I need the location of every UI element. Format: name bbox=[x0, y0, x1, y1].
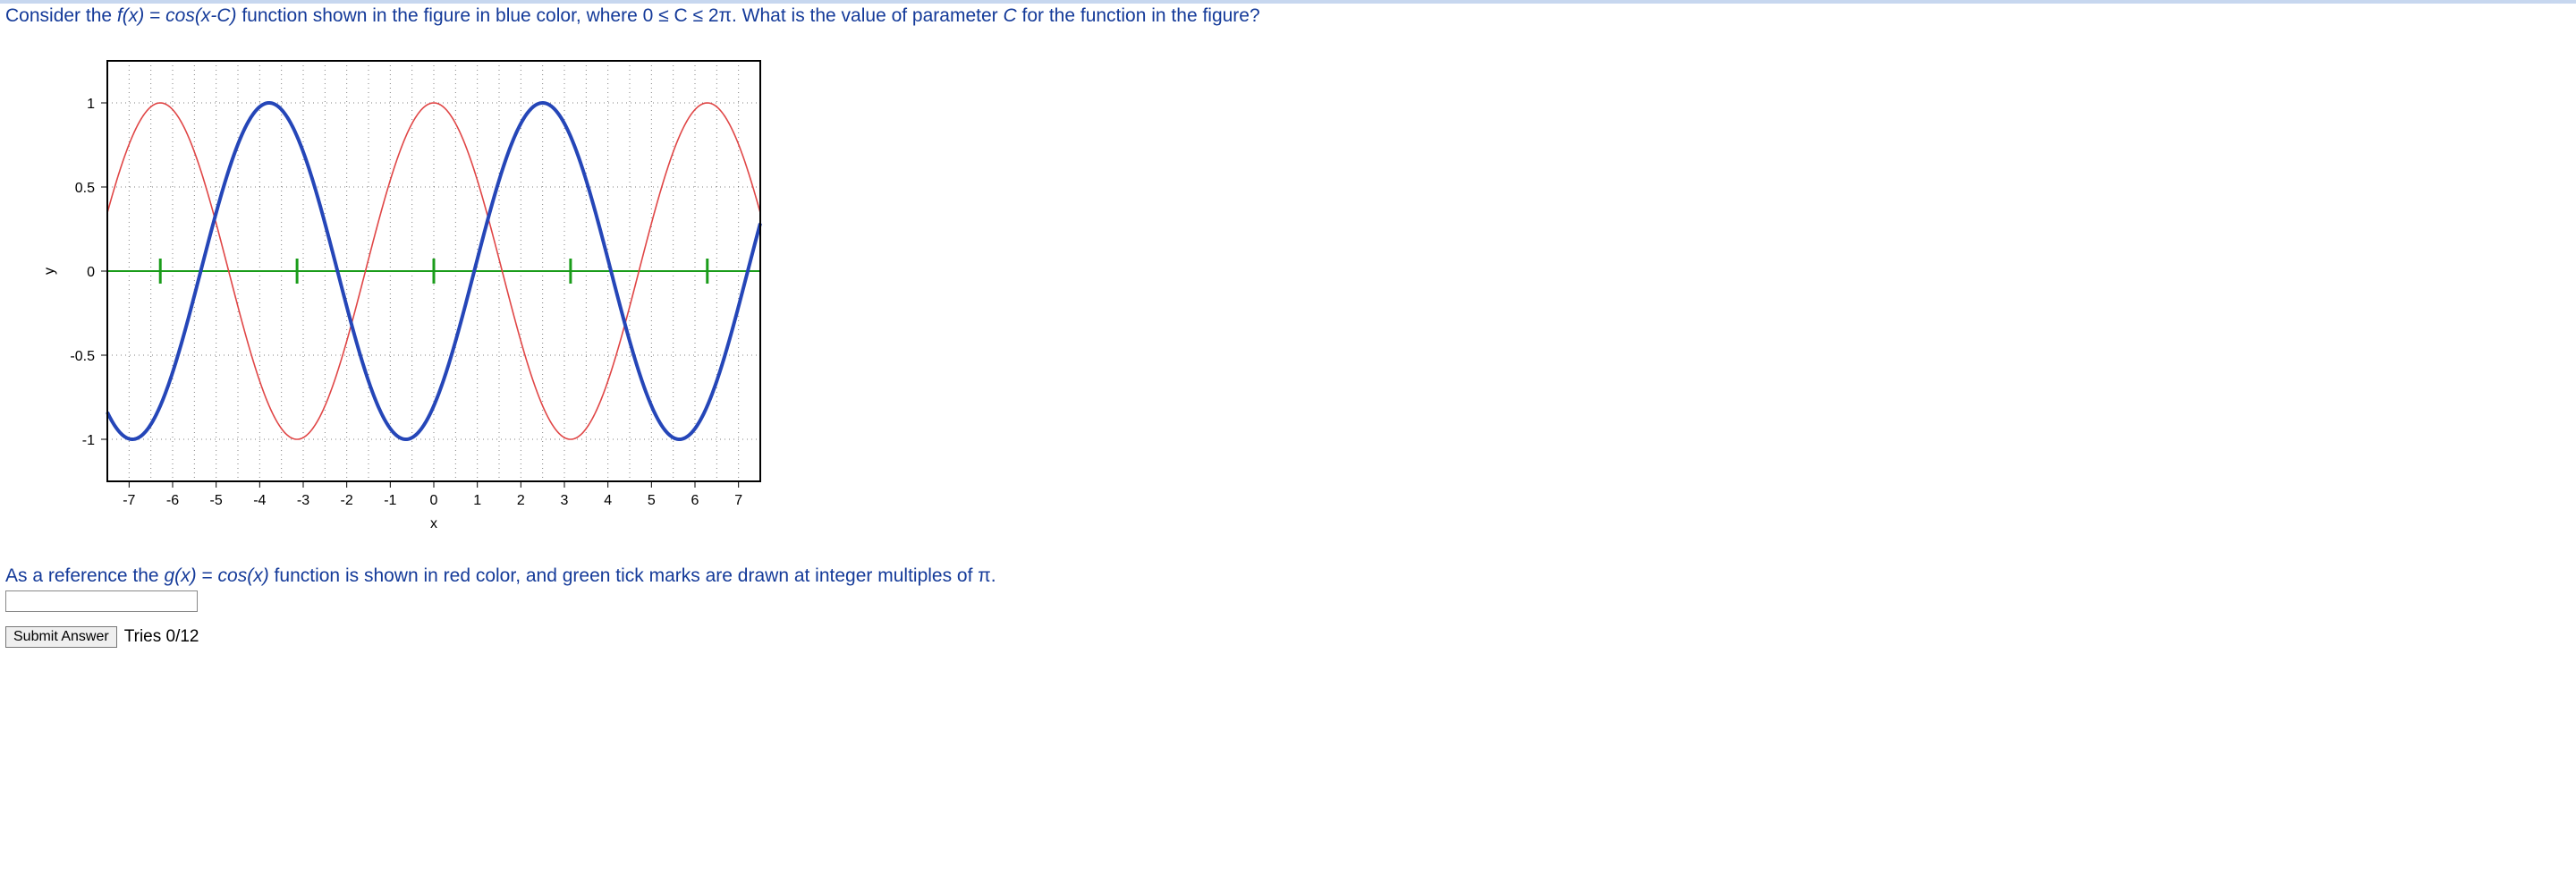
chart-svg: -7 -6 -5 -4 -3 -2 -1 0 1 2 3 4 5 6 7 -1 -0.5 0 0.5 1 x y bbox=[27, 43, 778, 553]
svg-text:1: 1 bbox=[87, 97, 95, 112]
svg-text:x: x bbox=[430, 516, 437, 531]
ref-prefix: As a reference the bbox=[5, 565, 164, 586]
q-middle: function shown in the figure in blue col… bbox=[237, 5, 1004, 26]
svg-text:-3: -3 bbox=[297, 493, 309, 508]
svg-text:7: 7 bbox=[734, 493, 742, 508]
ref-suffix: function is shown in red color, and gree… bbox=[269, 565, 996, 586]
question-text: Consider the f(x) = cos(x-C) function sh… bbox=[0, 4, 2576, 27]
svg-text:-1: -1 bbox=[82, 433, 95, 448]
chart-container: -7 -6 -5 -4 -3 -2 -1 0 1 2 3 4 5 6 7 -1 -0.5 0 0.5 1 x y bbox=[27, 43, 2576, 558]
svg-text:3: 3 bbox=[561, 493, 569, 508]
chart-box: -7 -6 -5 -4 -3 -2 -1 0 1 2 3 4 5 6 7 -1 -0.5 0 0.5 1 x y bbox=[27, 43, 778, 558]
svg-text:6: 6 bbox=[691, 493, 699, 508]
svg-text:1: 1 bbox=[473, 493, 481, 508]
ref-func: cos(x) bbox=[218, 565, 269, 586]
q-func: cos(x-C) bbox=[165, 5, 236, 26]
svg-text:y: y bbox=[42, 268, 57, 275]
page-root: Consider the f(x) = cos(x-C) function sh… bbox=[0, 0, 2576, 875]
answer-input[interactable] bbox=[5, 590, 198, 612]
svg-text:2: 2 bbox=[517, 493, 525, 508]
submit-row: Submit Answer Tries 0/12 bbox=[0, 626, 2576, 648]
reference-text: As a reference the g(x) = cos(x) functio… bbox=[0, 565, 2576, 587]
svg-text:0.5: 0.5 bbox=[75, 181, 95, 196]
q-suffix: for the function in the figure? bbox=[1017, 5, 1260, 26]
svg-text:0: 0 bbox=[87, 265, 95, 280]
svg-text:-4: -4 bbox=[253, 493, 266, 508]
ref-gx: g(x) bbox=[164, 565, 196, 586]
q-param: C bbox=[1003, 5, 1016, 26]
svg-text:-2: -2 bbox=[341, 493, 353, 508]
q-fx: f(x) bbox=[117, 5, 144, 26]
q-eq: = bbox=[144, 5, 165, 26]
svg-text:-6: -6 bbox=[166, 493, 179, 508]
svg-text:-5: -5 bbox=[210, 493, 223, 508]
svg-text:-7: -7 bbox=[123, 493, 135, 508]
q-prefix: Consider the bbox=[5, 5, 117, 26]
svg-text:0: 0 bbox=[430, 493, 438, 508]
svg-text:5: 5 bbox=[648, 493, 656, 508]
tries-text: Tries 0/12 bbox=[124, 627, 199, 647]
svg-text:-0.5: -0.5 bbox=[70, 349, 95, 364]
ref-eq: = bbox=[197, 565, 218, 586]
svg-text:-1: -1 bbox=[384, 493, 396, 508]
svg-text:4: 4 bbox=[604, 493, 612, 508]
answer-row bbox=[0, 590, 2576, 612]
submit-button[interactable]: Submit Answer bbox=[5, 626, 117, 648]
